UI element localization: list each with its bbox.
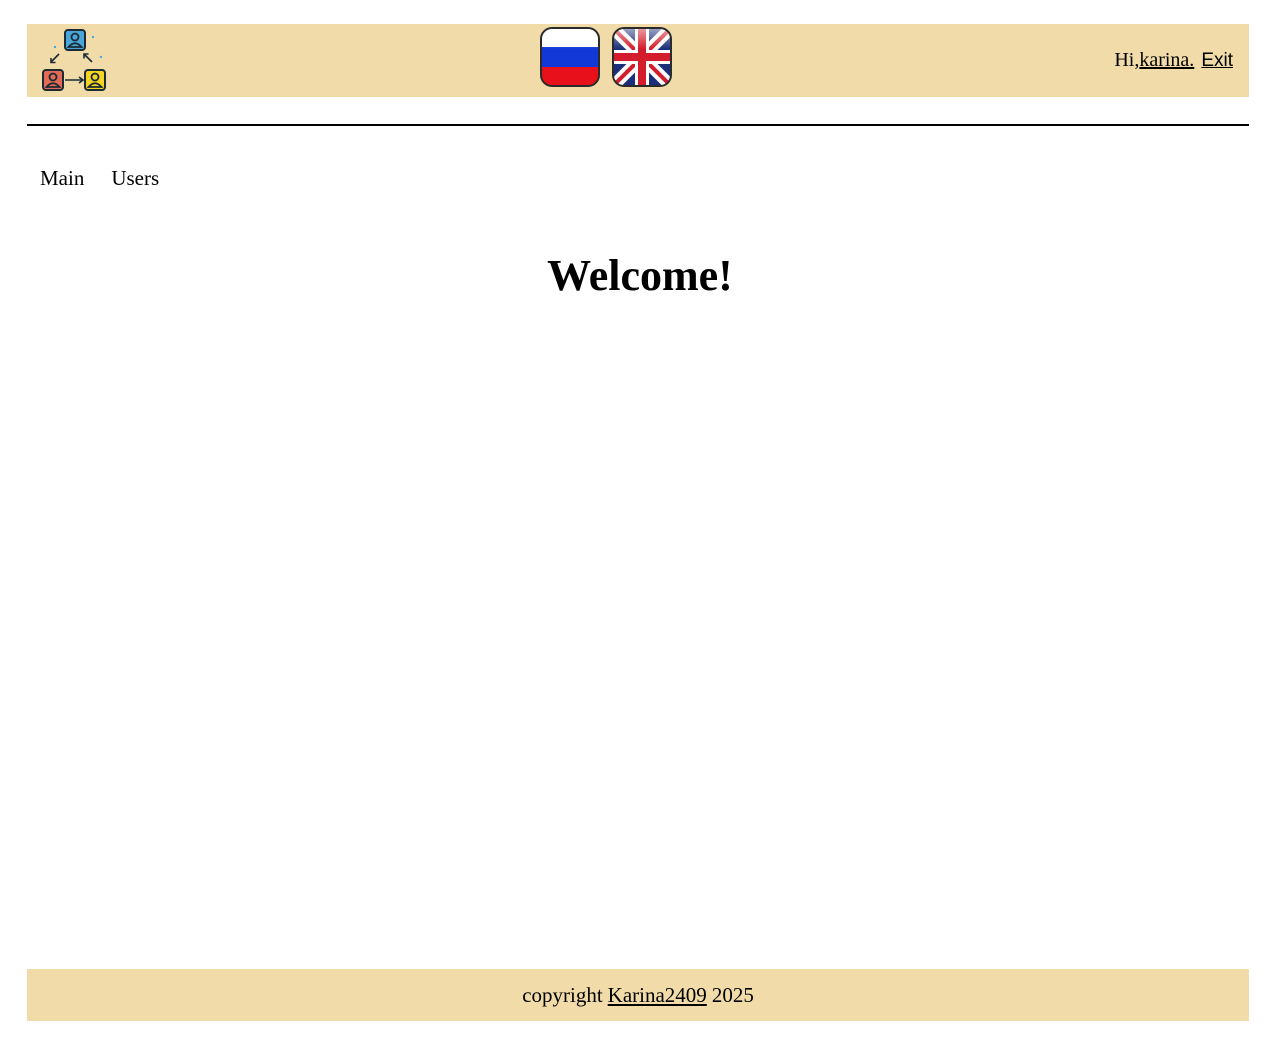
page-title: Welcome! [547, 251, 733, 300]
nav-item-main[interactable]: Main [40, 165, 84, 191]
main-nav: Main Users [40, 165, 159, 191]
author-link[interactable]: Karina2409 [608, 983, 707, 1008]
username-link[interactable]: karina. [1139, 49, 1194, 71]
user-greeting: Hi,karina. Exit [1114, 48, 1233, 73]
header-bar: Hi,karina. Exit [27, 24, 1249, 97]
language-switcher [540, 27, 672, 89]
greeting-prefix: Hi, [1114, 49, 1140, 71]
users-exchange-logo-icon[interactable] [41, 27, 109, 95]
russia-flag-icon[interactable] [540, 27, 600, 89]
exit-link[interactable]: Exit [1201, 50, 1233, 71]
footer-bar: copyright Karina2409 2025 [27, 969, 1249, 1021]
header-divider [27, 124, 1249, 126]
copyright-label: copyright [522, 982, 603, 1007]
uk-flag-icon[interactable] [612, 27, 672, 89]
copyright-year: 2025 [711, 982, 754, 1007]
nav-item-users[interactable]: Users [111, 165, 159, 191]
